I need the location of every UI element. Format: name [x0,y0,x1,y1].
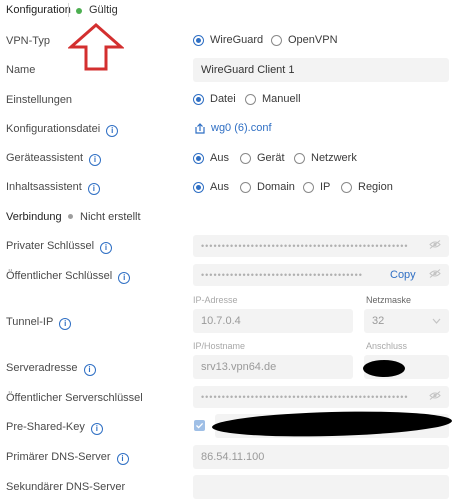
info-icon[interactable]: i [83,364,96,376]
info-icon[interactable]: i [100,242,113,254]
radio-unselected-icon [341,181,352,193]
connection-status: Nicht erstellt [80,211,141,223]
netmask-select: 32 [364,309,449,333]
config-file-name: wg0 (6).conf [211,122,272,134]
info-icon[interactable]: i [106,125,119,137]
server-key-field: ••••••••••••••••••••••••••••••••••••••••… [193,386,449,408]
radio-label: Gerät [257,152,285,164]
netmask-value: 32 [372,315,385,327]
mask-caption: Netzmaske [366,295,412,305]
host-caption: IP/Hostname [193,341,246,351]
private-key-value: ••••••••••••••••••••••••••••••••••••••••… [201,241,409,251]
connection-status-dot-icon [68,214,73,219]
radio-unselected-icon [271,34,282,46]
tunnel-ip-input: 10.7.0.4 [193,309,353,333]
up-arrow-icon [68,23,124,71]
radio-device-aus[interactable]: Aus [193,152,229,164]
server-host-value: srv13.vpn64.de [201,361,277,373]
status-text: Gültig [89,4,118,16]
info-icon[interactable]: i [90,423,103,435]
port-caption: Anschluss [366,341,408,351]
radio-label: Aus [210,152,229,164]
radio-device-netzwerk[interactable]: Netzwerk [294,152,357,164]
header-divider [68,3,69,17]
radio-manuell[interactable]: Manuell [245,93,301,105]
eye-off-icon [429,269,441,282]
private-key-field: ••••••••••••••••••••••••••••••••••••••••… [193,235,449,257]
radio-wireguard[interactable]: WireGuard [193,34,263,46]
radio-label: Datei [210,93,236,105]
radio-datei[interactable]: Datei [193,93,236,105]
server-key-label: Öffentlicher Serverschlüssel [6,392,143,404]
psk-label: Pre-Shared-Key i [6,421,103,435]
copy-button[interactable]: Copy [390,269,416,281]
name-value: WireGuard Client 1 [201,64,295,76]
radio-unselected-icon [294,152,305,164]
radio-selected-icon [193,93,204,105]
status-dot-icon [76,8,82,14]
radio-label: IP [320,181,331,193]
info-icon[interactable]: i [118,272,131,284]
radio-label: Aus [210,181,229,193]
radio-label: Netzwerk [311,152,357,164]
server-key-value: ••••••••••••••••••••••••••••••••••••••••… [201,392,409,402]
content-assist-label: Inhaltsassistent i [6,181,100,195]
radio-content-domain[interactable]: Domain [240,181,295,193]
eye-off-icon [429,240,441,253]
radio-openvpn[interactable]: OpenVPN [271,34,338,46]
info-icon[interactable]: i [89,154,102,166]
radio-selected-icon [193,34,204,46]
radio-content-region[interactable]: Region [341,181,393,193]
radio-label: Manuell [262,93,301,105]
vpn-type-label: VPN-Typ [6,35,51,47]
private-key-label: Privater Schlüssel i [6,240,113,254]
radio-device-geraet[interactable]: Gerät [240,152,285,164]
tunnel-ip-label: Tunnel-IP i [6,316,72,330]
config-file-label: Konfigurationsdatei i [6,123,119,137]
dns-secondary-label: Sekundärer DNS-Server [6,481,126,493]
page-title: Konfiguration [6,4,71,16]
public-key-label: Öffentlicher Schlüssel i [6,270,131,284]
dns-primary-value: 86.54.11.100 [201,451,265,463]
radio-unselected-icon [245,93,256,105]
config-file-link[interactable]: wg0 (6).conf [195,122,272,134]
dns-primary-input: 86.54.11.100 [193,445,449,469]
file-upload-icon [195,122,205,134]
psk-checkbox[interactable] [194,420,205,431]
redaction-mark [363,360,405,377]
connection-title: Verbindung [6,211,62,223]
radio-unselected-icon [240,152,251,164]
radio-label: Domain [257,181,295,193]
dns-primary-label: Primärer DNS-Server i [6,451,129,465]
name-input[interactable]: WireGuard Client 1 [193,58,449,82]
eye-off-icon [429,391,441,404]
check-icon [196,422,204,429]
dns-secondary-input [193,475,449,499]
radio-label: OpenVPN [288,34,338,46]
radio-label: WireGuard [210,34,264,46]
server-host-input: srv13.vpn64.de [193,355,353,379]
ip-caption: IP-Adresse [193,295,238,305]
tunnel-ip-value: 10.7.0.4 [201,315,241,327]
radio-content-ip[interactable]: IP [303,181,330,193]
chevron-down-icon [432,315,441,327]
device-assist-label: Geräteassistent i [6,152,102,166]
radio-content-aus[interactable]: Aus [193,181,229,193]
public-key-value: ••••••••••••••••••••••••••••••••••••••• [201,270,363,280]
info-icon[interactable]: i [59,318,72,330]
info-icon[interactable]: i [87,183,100,195]
name-label: Name [6,64,36,76]
info-icon[interactable]: i [116,453,129,465]
server-address-label: Serveradresse i [6,362,96,376]
radio-unselected-icon [303,181,314,193]
settings-label: Einstellungen [6,94,73,106]
public-key-field: ••••••••••••••••••••••••••••••••••••••• … [193,264,449,286]
radio-selected-icon [193,181,204,193]
radio-unselected-icon [240,181,251,193]
radio-selected-icon [193,152,204,164]
radio-label: Region [358,181,393,193]
